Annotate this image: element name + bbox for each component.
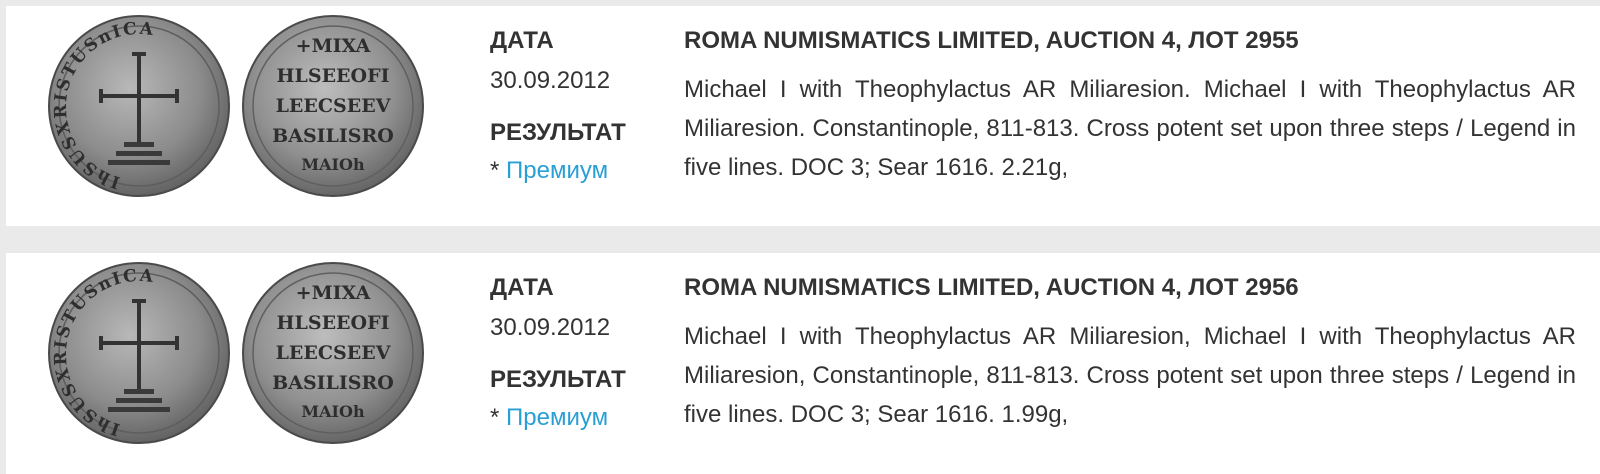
result-prefix: * [490,404,507,431]
coin-obverse-image[interactable]: IhSUSXRISTUSnICA [46,14,232,198]
lot-title[interactable]: ROMA NUMISMATICS LIMITED, AUCTION 4, ЛОТ… [684,26,1576,56]
lot-card[interactable]: IhSUSXRISTUSnICA +MIXA HLSEEOFI LEECSEEV… [6,253,1600,474]
svg-text:LEECSEEV: LEECSEEV [276,95,392,117]
result-value: * Премиум [490,156,680,186]
result-value: * Премиум [490,403,680,433]
coin-reverse-image[interactable]: +MIXA HLSEEOFI LEECSEEV BASILISRO MAIOh [240,261,426,445]
svg-text:BASILISRO: BASILISRO [272,125,394,147]
date-label: ДАТА [490,274,554,301]
svg-text:MAIOh: MAIOh [301,155,365,174]
svg-text:+MIXA: +MIXA [296,282,371,304]
svg-text:HLSEEOFI: HLSEEOFI [277,312,390,334]
lot-details: ROMA NUMISMATICS LIMITED, AUCTION 4, ЛОТ… [684,16,1576,187]
result-prefix: * [490,157,507,184]
svg-text:HLSEEOFI: HLSEEOFI [277,65,390,87]
lot-title[interactable]: ROMA NUMISMATICS LIMITED, AUCTION 4, ЛОТ… [684,273,1576,303]
date-value: 30.09.2012 [490,314,611,341]
lot-meta: ДАТА 30.09.2012 РЕЗУЛЬТАТ * Премиум [490,16,680,186]
svg-text:MAIOh: MAIOh [301,402,365,421]
lot-description: Michael I with Theophylactus AR Miliares… [684,76,1576,181]
date-value: 30.09.2012 [490,67,611,94]
coin-reverse-image[interactable]: +MIXA HLSEEOFI LEECSEEV BASILISRO MAIOh [240,14,426,198]
result-label: РЕЗУЛЬТАТ [490,366,626,393]
svg-text:BASILISRO: BASILISRO [272,372,394,394]
coin-images[interactable]: IhSUSXRISTUSnICA +MIXA HLSEEOFI LEECSEEV… [46,261,438,445]
lot-details: ROMA NUMISMATICS LIMITED, AUCTION 4, ЛОТ… [684,263,1576,434]
svg-text:+MIXA: +MIXA [296,35,371,57]
date-label: ДАТА [490,27,554,54]
coin-obverse-image[interactable]: IhSUSXRISTUSnICA [46,261,232,445]
lot-meta: ДАТА 30.09.2012 РЕЗУЛЬТАТ * Премиум [490,263,680,433]
lot-card[interactable]: IhSUSXRISTUSnICA +MIXA HLSEEOFI LEECSEEV… [6,6,1600,226]
coin-images[interactable]: IhSUSXRISTUSnICA +MIXA HLSEEOFI LEECSEEV… [46,14,438,198]
premium-link[interactable]: Премиум [506,404,608,431]
premium-link[interactable]: Премиум [506,157,608,184]
svg-text:LEECSEEV: LEECSEEV [276,342,392,364]
result-label: РЕЗУЛЬТАТ [490,119,626,146]
lot-description: Michael I with Theophylactus AR Miliares… [684,323,1576,428]
